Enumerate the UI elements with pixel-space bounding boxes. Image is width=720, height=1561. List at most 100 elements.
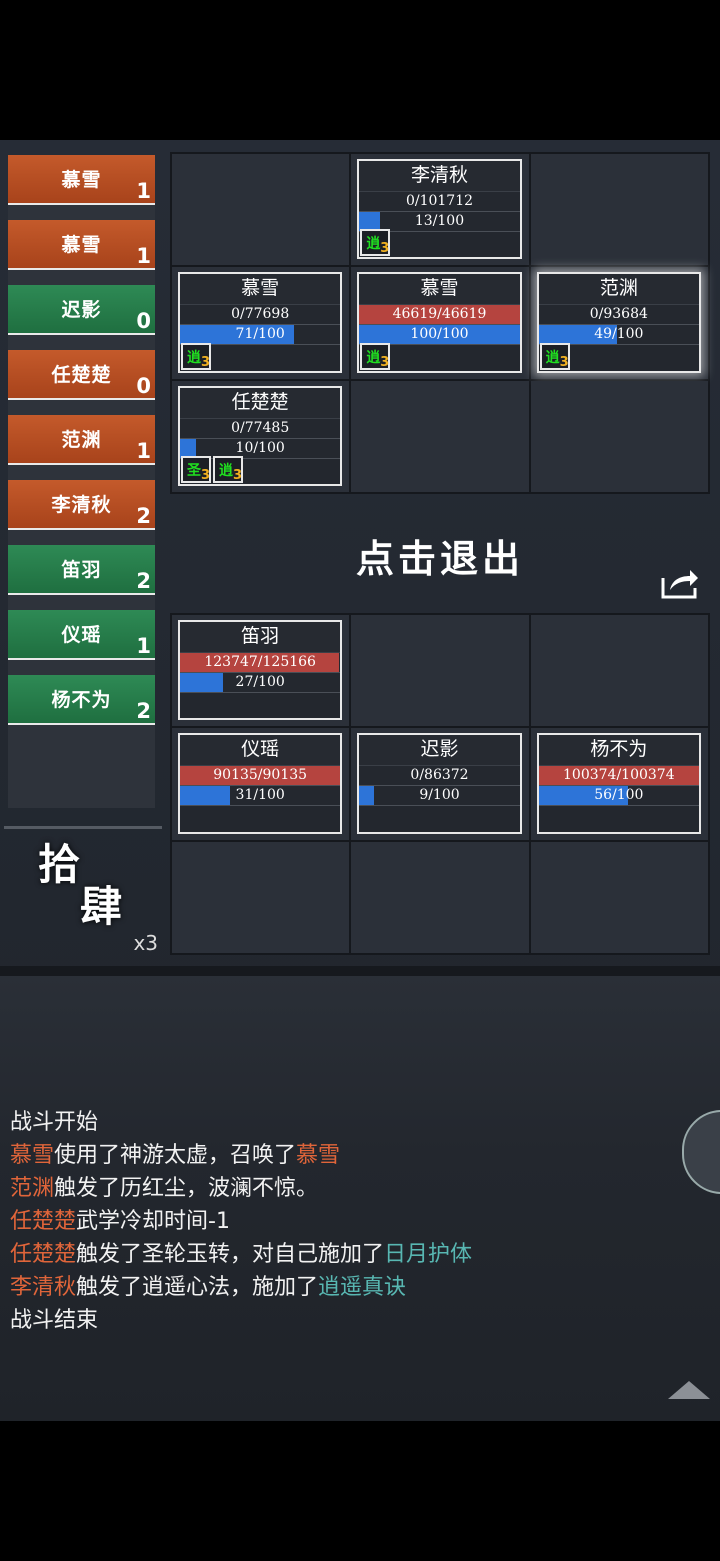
grid-cell[interactable]: 杨不为 100374/100374 56/100 — [530, 728, 708, 840]
log-character-name: 任楚楚 — [10, 1242, 77, 1267]
log-line: 慕雪使用了神游太虚，召唤了慕雪 — [10, 1139, 650, 1172]
scroll-up-icon[interactable] — [668, 1381, 710, 1399]
grid-cell[interactable]: 仪瑶 90135/90135 31/100 — [172, 728, 350, 840]
energy-bar: 9/100 — [359, 786, 520, 807]
skill-multiplier: x3 — [133, 931, 158, 955]
turn-order-item[interactable]: 笛羽 2 — [8, 545, 155, 595]
turn-order-count: 1 — [136, 244, 151, 268]
hp-value: 90135/90135 — [213, 767, 308, 784]
turn-order-item[interactable]: 慕雪 1 — [8, 220, 155, 270]
turn-order-item[interactable]: 仪瑶 1 — [8, 610, 155, 660]
log-character-name: 李清秋 — [10, 1275, 77, 1300]
buff-char: 逍 — [366, 236, 381, 253]
unit-card[interactable]: 李清秋 0/101712 13/100 逍 3 — [357, 159, 522, 260]
energy-value: 56/100 — [594, 787, 644, 804]
buff-icon[interactable]: 逍3 — [213, 456, 243, 483]
log-character-name: 慕雪 — [10, 1143, 55, 1168]
energy-value: 31/100 — [235, 787, 285, 804]
battle-log: 战斗开始慕雪使用了神游太虚，召唤了慕雪范渊触发了历红尘，波澜不惊。任楚楚武学冷却… — [10, 1106, 650, 1337]
grid-cell[interactable] — [530, 380, 708, 492]
grid-cell[interactable]: 慕雪 46619/46619 100/100 逍 3 — [351, 267, 529, 379]
battle-log-panel[interactable]: 战斗开始慕雪使用了神游太虚，召唤了慕雪范渊触发了历红尘，波澜不惊。任楚楚武学冷却… — [0, 976, 720, 1421]
skill-char-1: 拾 — [38, 840, 81, 889]
buff-icon[interactable]: 逍3 — [539, 342, 570, 370]
turn-order-count: 1 — [136, 179, 151, 203]
grid-cell[interactable]: 慕雪 0/77698 71/100 逍 3 — [172, 267, 350, 379]
log-text: 触发了历红尘，波澜不惊。 — [54, 1176, 319, 1201]
log-line: 战斗开始 — [10, 1106, 650, 1139]
unit-card[interactable]: 慕雪 46619/46619 100/100 逍 3 — [357, 272, 522, 373]
log-character-name: 范渊 — [10, 1176, 55, 1201]
grid-cell[interactable] — [530, 615, 708, 727]
hp-bar: 0/77485 — [180, 418, 341, 439]
buff-icon[interactable]: 圣3 — [181, 456, 211, 483]
grid-cell[interactable]: 李清秋 0/101712 13/100 逍 3 — [351, 154, 529, 266]
log-text: 战斗开始 — [10, 1110, 99, 1135]
unit-card[interactable]: 任楚楚 0/77485 10/100 圣 3 逍 3 — [178, 385, 343, 486]
log-character-name: 任楚楚 — [10, 1209, 77, 1234]
buff-stack-count: 3 — [200, 354, 210, 370]
unit-card[interactable]: 慕雪 0/77698 71/100 逍 3 — [178, 272, 343, 373]
hp-bar: 0/93684 — [538, 305, 699, 326]
grid-cell[interactable] — [351, 615, 529, 727]
energy-bar: 31/100 — [180, 786, 341, 807]
log-text: 触发了圣轮玉转，对自己施加了 — [76, 1242, 385, 1267]
unit-card[interactable]: 笛羽 123747/125166 27/100 — [178, 620, 343, 721]
hp-bar: 90135/90135 — [180, 766, 341, 787]
unit-name: 仪瑶 — [180, 735, 341, 767]
grid-cell[interactable]: 迟影 0/86372 9/100 — [351, 728, 529, 840]
buff-char: 逍 — [219, 463, 233, 479]
grid-cell[interactable] — [351, 841, 529, 953]
grid-cell[interactable] — [351, 380, 529, 492]
energy-bar: 27/100 — [180, 673, 341, 693]
log-line: 任楚楚武学冷却时间-1 — [10, 1205, 650, 1238]
turn-order-item[interactable]: 迟影 0 — [8, 285, 155, 335]
buff-list: 圣3逍3 — [181, 456, 243, 483]
grid-cell[interactable] — [530, 841, 708, 953]
buff-icon[interactable]: 逍3 — [181, 342, 211, 370]
buff-char: 逍 — [187, 349, 201, 366]
hp-bar: 0/101712 — [359, 192, 520, 212]
grid-cell[interactable] — [530, 154, 708, 266]
share-icon[interactable] — [660, 566, 700, 600]
log-buff-name: 日月护体 — [384, 1242, 473, 1267]
turn-order-name: 李清秋 — [51, 494, 112, 516]
turn-order-list: 慕雪 1 慕雪 1 迟影 0 任楚楚 0 范渊 1 李清秋 2 笛羽 2 仪瑶 1 杨不为 2 — [8, 155, 155, 808]
buff-stack-count: 3 — [380, 241, 390, 257]
grid-cell[interactable]: 笛羽 123747/125166 27/100 — [172, 615, 350, 727]
turn-order-count: 0 — [136, 374, 151, 398]
buff-icon[interactable]: 逍3 — [360, 229, 391, 257]
unit-card[interactable]: 范渊 0/93684 49/100 逍 3 — [536, 272, 701, 373]
turn-order-item[interactable]: 李清秋 2 — [8, 480, 155, 530]
turn-order-item[interactable]: 慕雪 1 — [8, 155, 155, 205]
turn-order-name: 仪瑶 — [61, 624, 102, 646]
unit-name: 慕雪 — [180, 274, 341, 306]
unit-name: 迟影 — [359, 735, 520, 767]
log-line: 战斗结束 — [10, 1304, 650, 1337]
energy-value: 27/100 — [235, 674, 285, 690]
turn-order-count: 0 — [136, 309, 151, 333]
unit-card[interactable]: 杨不为 100374/100374 56/100 — [536, 733, 701, 834]
turn-order-item[interactable]: 范渊 1 — [8, 415, 155, 465]
buff-list: 逍3 — [539, 342, 570, 370]
hp-value: 0/77698 — [231, 306, 290, 323]
grid-cell[interactable]: 范渊 0/93684 49/100 逍 3 — [530, 267, 708, 379]
buff-icon[interactable]: 逍3 — [360, 342, 391, 370]
log-buff-name: 逍遥真诀 — [318, 1275, 407, 1300]
hp-bar: 100374/100374 — [538, 766, 699, 787]
skill-counter[interactable]: 拾 肆 x3 — [18, 840, 158, 955]
turn-order-item[interactable]: 任楚楚 0 — [8, 350, 155, 400]
hp-value: 0/77485 — [231, 419, 290, 436]
unit-name: 笛羽 — [180, 622, 341, 653]
exit-button[interactable]: 点击退出 — [340, 528, 540, 583]
unit-card[interactable]: 仪瑶 90135/90135 31/100 — [178, 733, 343, 834]
buff-char: 圣 — [187, 463, 201, 479]
enemy-formation-grid: 李清秋 0/101712 13/100 逍 3 慕雪 0/77698 71/100 逍 3 慕雪 46… — [170, 152, 710, 494]
unit-card[interactable]: 迟影 0/86372 9/100 — [357, 733, 522, 834]
log-text: 触发了逍遥心法，施加了 — [76, 1275, 319, 1300]
grid-cell[interactable]: 任楚楚 0/77485 10/100 圣 3 逍 3 — [172, 380, 350, 492]
grid-cell[interactable] — [172, 154, 350, 266]
turn-order-item[interactable]: 杨不为 2 — [8, 675, 155, 725]
buff-list: 逍3 — [360, 342, 391, 370]
grid-cell[interactable] — [172, 841, 350, 953]
